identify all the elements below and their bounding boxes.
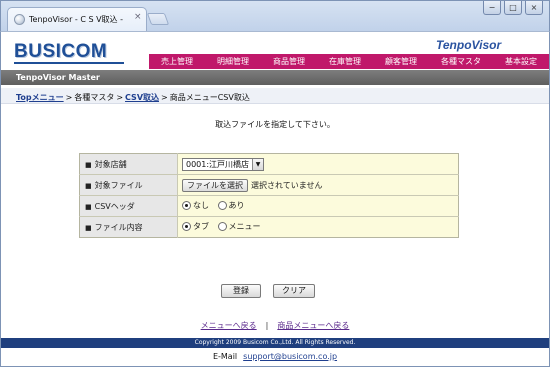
busicom-logo[interactable]: BUSICOM	[14, 41, 107, 63]
file-label: 対象ファイル	[94, 180, 143, 190]
header-option-none-label: なし	[193, 201, 209, 210]
form-row-file: ■ 対象ファイル ファイルを選択 選択されていません	[79, 174, 459, 196]
store-value-cell: 0001:江戸川橋店 ▼	[177, 153, 459, 175]
new-tab-button[interactable]	[146, 13, 170, 25]
store-select-value: 0001:江戸川橋店	[186, 159, 250, 169]
content-value-cell: タブ メニュー	[177, 216, 459, 238]
clear-button[interactable]: クリア	[273, 284, 315, 298]
file-content-label: ファイル内容	[94, 222, 143, 232]
master-label: TenpoVisor Master	[16, 73, 100, 82]
nav-item-products[interactable]: 商品管理	[273, 56, 305, 67]
content-label-cell: ■ ファイル内容	[79, 216, 178, 238]
breadcrumb-top-link[interactable]: Topメニュー	[16, 93, 64, 102]
nav-item-customers[interactable]: 顧客管理	[385, 56, 417, 67]
breadcrumb-separator: >	[65, 93, 73, 102]
breadcrumb-masters: 各種マスタ	[74, 93, 115, 102]
footer-links: メニューへ戻る | 商品メニューへ戻る	[1, 320, 549, 331]
nav-item-inventory[interactable]: 在庫管理	[329, 56, 361, 67]
browser-chrome: TenpoVisor - C S V取込 - × − □ ×	[0, 0, 550, 32]
content-option-tab-label: タブ	[193, 222, 209, 231]
breadcrumb-separator: >	[116, 93, 124, 102]
breadcrumb-separator: >	[161, 93, 168, 102]
nav-item-sales[interactable]: 売上管理	[161, 56, 193, 67]
file-value-cell: ファイルを選択 選択されていません	[177, 174, 459, 196]
back-to-menu-link[interactable]: メニューへ戻る	[201, 321, 257, 330]
header-option-yes-label: あり	[228, 201, 245, 210]
choose-file-button[interactable]: ファイルを選択	[182, 178, 248, 192]
content-option-menu-label: メニュー	[228, 222, 261, 231]
email-line: E-Mail support@busicom.co.jp	[1, 352, 549, 361]
store-select[interactable]: 0001:江戸川橋店 ▼	[182, 157, 265, 171]
page-content: BUSICOM TenpoVisor 売上管理 明細管理 商品管理 在庫管理 顧…	[0, 31, 550, 367]
link-separator: |	[265, 321, 269, 330]
form-row-store: ■ 対象店舗 0001:江戸川橋店 ▼	[79, 153, 459, 175]
browser-tab[interactable]: TenpoVisor - C S V取込 - ×	[7, 7, 147, 32]
header-option-yes[interactable]: あり	[217, 200, 245, 211]
minimize-button[interactable]: −	[483, 1, 501, 15]
content-option-menu[interactable]: メニュー	[217, 221, 261, 232]
window-controls: − □ ×	[483, 1, 543, 15]
chevron-down-icon[interactable]: ▼	[252, 158, 264, 170]
bullet-icon: ■	[85, 202, 92, 211]
radio-checked-icon[interactable]	[182, 222, 191, 231]
logo-underline	[14, 62, 124, 64]
page-icon	[14, 14, 25, 25]
copyright-bar: Copyright 2009 Busicom Co.,Ltd. All Righ…	[1, 338, 549, 348]
instruction-text: 取込ファイルを指定して下さい。	[215, 120, 335, 129]
import-form: ■ 対象店舗 0001:江戸川橋店 ▼ ■ 対象ファイル ファイルを選択 選択されていま…	[79, 153, 459, 238]
breadcrumb-csv-link[interactable]: CSV取込	[125, 93, 159, 102]
store-label-cell: ■ 対象店舗	[79, 153, 178, 175]
radio-checked-icon[interactable]	[182, 201, 191, 210]
bullet-icon: ■	[85, 181, 92, 190]
bullet-icon: ■	[85, 160, 92, 169]
nav-item-settings[interactable]: 基本設定	[505, 56, 537, 67]
header-option-none[interactable]: なし	[182, 200, 209, 211]
register-button[interactable]: 登録	[221, 284, 261, 298]
master-bar: TenpoVisor Master	[1, 70, 549, 85]
nav-item-details[interactable]: 明細管理	[217, 56, 249, 67]
tab-title: TenpoVisor - C S V取込 -	[29, 15, 123, 24]
nav-item-masters[interactable]: 各種マスタ	[441, 56, 481, 67]
main-nav: 売上管理 明細管理 商品管理 在庫管理 顧客管理 各種マスタ 基本設定	[149, 54, 549, 69]
breadcrumb: Topメニュー > 各種マスタ > CSV取込 > 商品メニューCSV取込	[16, 92, 250, 103]
file-status: 選択されていません	[251, 180, 323, 190]
breadcrumb-current: 商品メニューCSV取込	[169, 93, 250, 102]
close-window-button[interactable]: ×	[525, 1, 543, 15]
maximize-button[interactable]: □	[504, 1, 522, 15]
form-row-content: ■ ファイル内容 タブ メニュー	[79, 216, 459, 238]
header-value-cell: なし あり	[177, 195, 459, 217]
back-to-product-menu-link[interactable]: 商品メニューへ戻る	[277, 321, 349, 330]
radio-icon[interactable]	[217, 222, 227, 231]
content-option-tab[interactable]: タブ	[182, 221, 209, 232]
file-label-cell: ■ 対象ファイル	[79, 174, 178, 196]
header-label-cell: ■ CSVヘッダ	[79, 195, 178, 217]
form-row-header: ■ CSVヘッダ なし あり	[79, 195, 459, 217]
store-label: 対象店舗	[94, 159, 127, 169]
csv-header-label: CSVヘッダ	[94, 201, 135, 211]
email-label: E-Mail	[212, 352, 238, 361]
breadcrumb-bar: Topメニュー > 各種マスタ > CSV取込 > 商品メニューCSV取込	[1, 88, 549, 104]
bullet-icon: ■	[85, 223, 92, 232]
support-email-link[interactable]: support@busicom.co.jp	[243, 352, 337, 361]
tab-close-icon[interactable]: ×	[134, 12, 142, 22]
radio-icon[interactable]	[217, 201, 227, 210]
tenpovisor-logo: TenpoVisor	[436, 38, 502, 52]
